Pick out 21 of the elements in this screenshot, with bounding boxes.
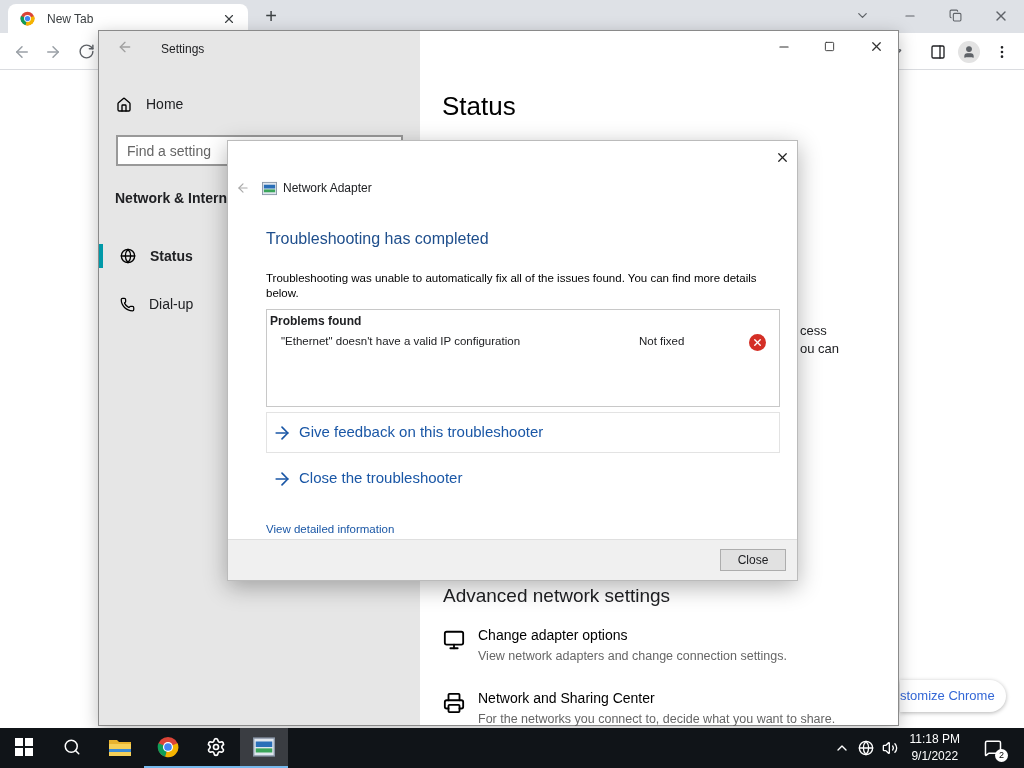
dialog-message: Troubleshooting was unable to automatically fix all of the issues found. You can find more details below. <box>266 271 758 301</box>
section-heading: Network & Intern <box>115 189 227 208</box>
problem-description: "Ethernet" doesn't have a valid IP configuration <box>281 334 522 350</box>
nav-label: Dial-up <box>149 294 194 314</box>
link-title: Network and Sharing Center <box>478 689 656 708</box>
link-description: View network adapters and change connection settings. <box>478 648 787 665</box>
description-text: ou can <box>800 340 840 358</box>
dialog-heading: Troubleshooting has completed <box>266 229 490 249</box>
dialog-title: Network Adapter <box>283 180 372 197</box>
nav-label: Home <box>146 95 184 114</box>
page-title: Status <box>442 90 516 123</box>
link-description: For the networks you connect to, decide what you want to share. <box>478 711 836 728</box>
table-header: Problems found <box>270 313 363 330</box>
section-heading: Advanced network settings <box>443 584 671 608</box>
problem-status: Not fixed <box>639 334 686 350</box>
nav-label: Status <box>150 246 193 266</box>
notification-count: 2 <box>995 749 1008 762</box>
description-text: cess <box>800 322 827 340</box>
link-title: Change adapter options <box>478 626 629 645</box>
tab-title: New Tab <box>47 10 95 28</box>
window-title: Settings <box>161 41 205 58</box>
